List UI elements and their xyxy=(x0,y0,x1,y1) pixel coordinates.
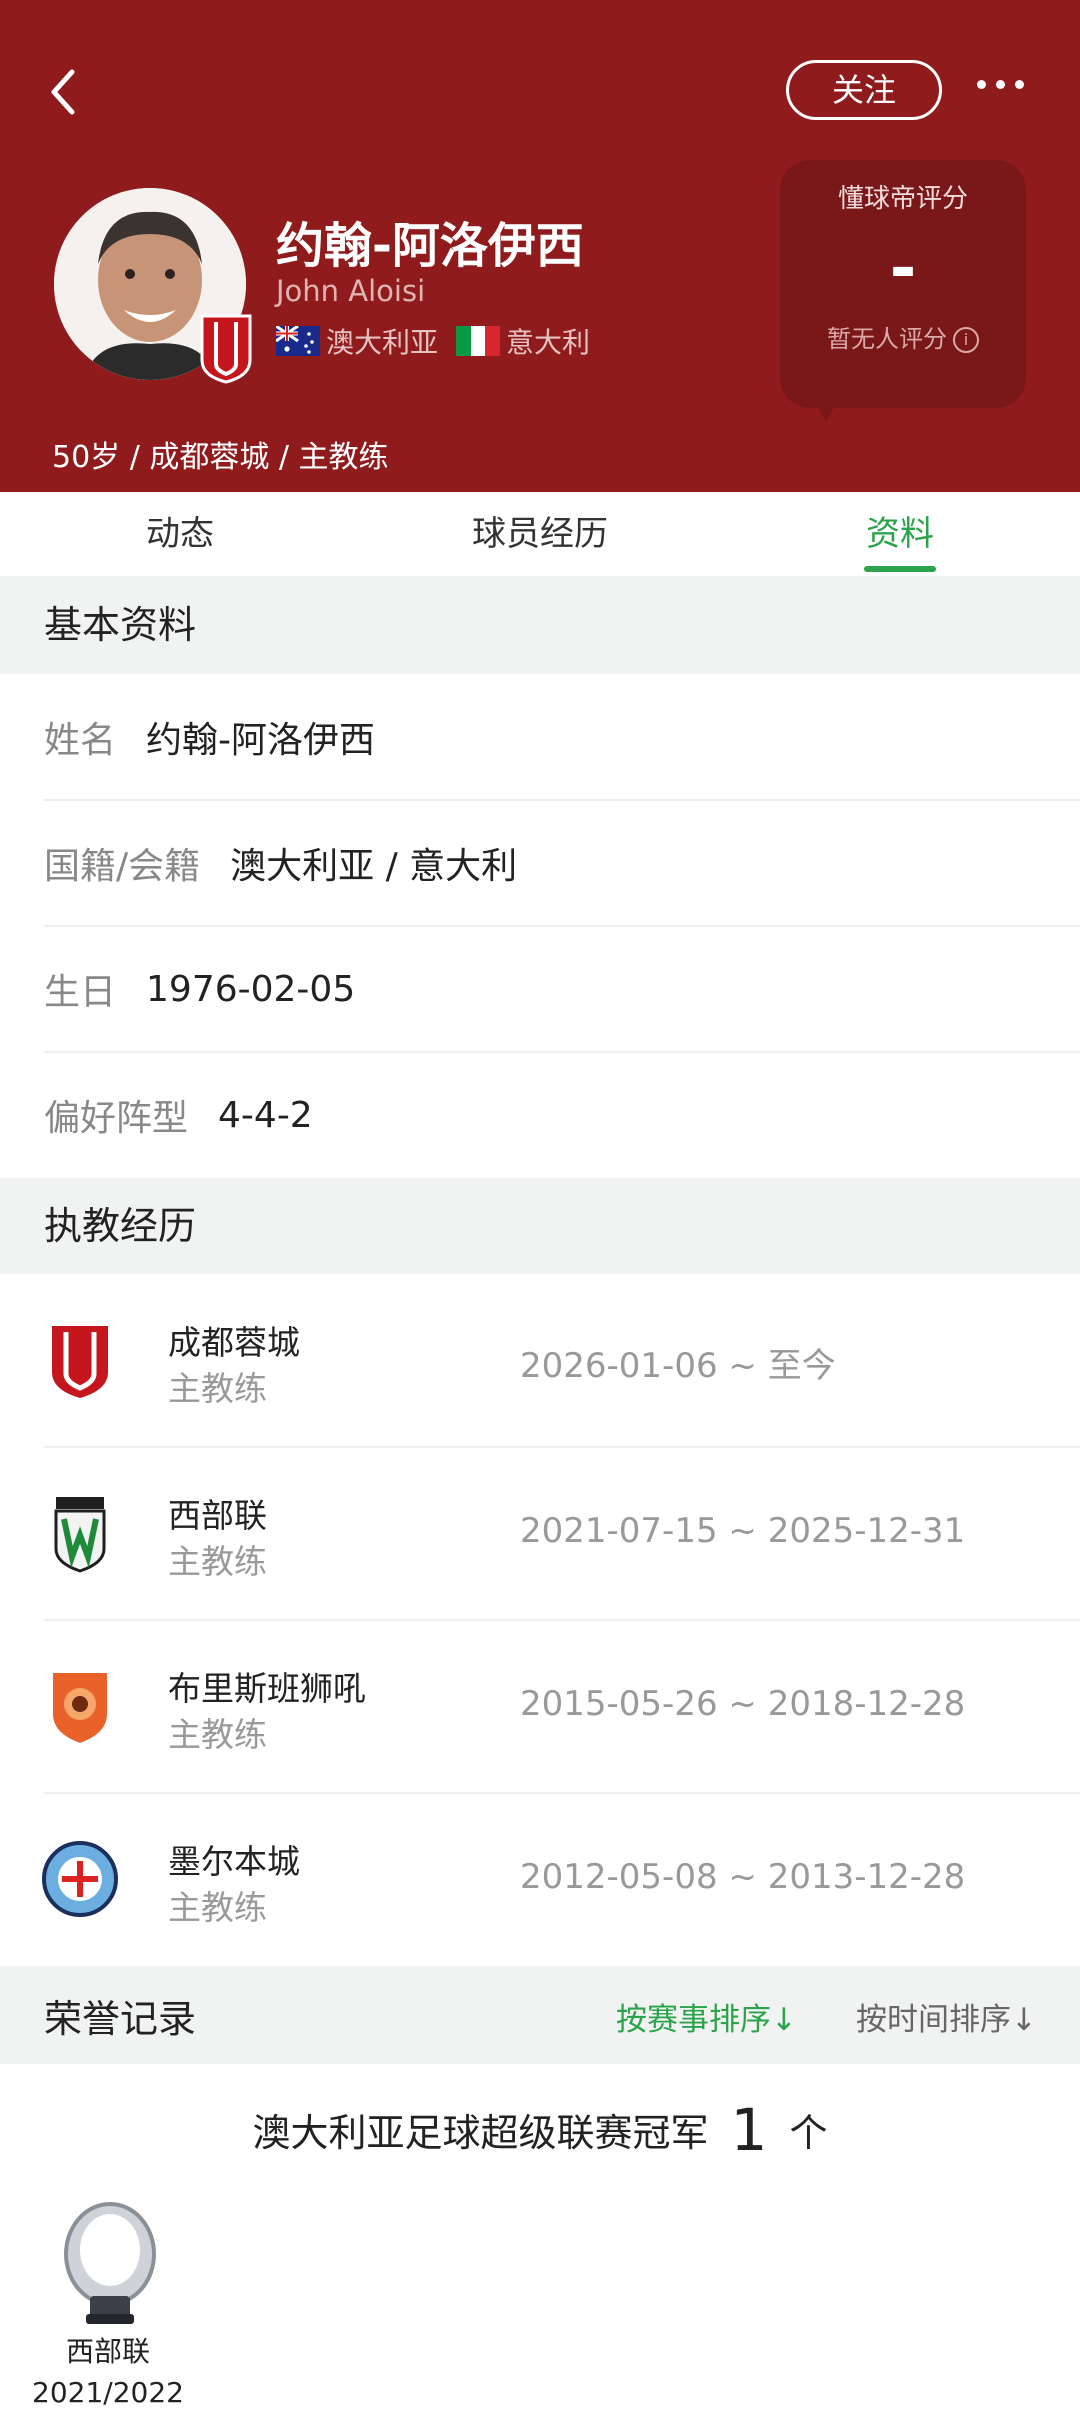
club-name: 布里斯班狮吼 xyxy=(168,1669,366,1708)
tab-profile[interactable]: 资料 xyxy=(720,492,1080,576)
tab-player-career[interactable]: 球员经历 xyxy=(360,492,720,576)
club-role: 主教练 xyxy=(168,1715,267,1754)
career-row[interactable]: 布里斯班狮吼 主教练 2015-05-26 ~ 2018-12-28 xyxy=(0,1620,1080,1792)
club-dates: 2012-05-08 ~ 2013-12-28 xyxy=(520,1857,966,1897)
back-button[interactable] xyxy=(44,64,84,120)
sort-by-time-button[interactable]: 按时间排序↓ xyxy=(856,1994,1037,2039)
sort-by-competition-button[interactable]: 按赛事排序↓ xyxy=(616,1994,797,2039)
honor-summary: 澳大利亚足球超级联赛冠军 1 个 xyxy=(0,2096,1080,2164)
club-badge-icon xyxy=(200,314,252,384)
rating-status: 暂无人评分 i xyxy=(780,319,1026,354)
australia-flag-icon xyxy=(276,326,320,356)
info-icon[interactable]: i xyxy=(953,327,979,353)
trophy-season: 2021/2022 xyxy=(32,2376,184,2409)
nationality-row: 澳大利亚 意大利 xyxy=(276,322,590,360)
info-label: 生日 xyxy=(44,972,117,1013)
coach-meta-line: 50岁 / 成都蓉城 / 主教练 xyxy=(52,440,389,475)
nationality-2: 意大利 xyxy=(506,326,591,359)
honor-count-unit: 个 xyxy=(789,2111,828,2155)
info-row-nationality: 国籍/会籍 澳大利亚 / 意大利 xyxy=(0,800,1080,926)
club-name: 西部联 xyxy=(168,1496,267,1535)
coach-name-en: John Aloisi xyxy=(276,274,426,308)
italy-flag-icon xyxy=(456,326,501,356)
info-label: 偏好阵型 xyxy=(44,1098,189,1139)
section-title-coaching: 执教经历 xyxy=(0,1178,1080,1274)
career-row[interactable]: 墨尔本城 主教练 2012-05-08 ~ 2013-12-28 xyxy=(0,1793,1080,1965)
western-united-logo-icon xyxy=(54,1497,106,1573)
chengdu-rongcheng-logo-icon xyxy=(52,1326,108,1398)
section-title-honors: 荣誉记录 xyxy=(44,1997,197,2041)
follow-button[interactable]: 关注 xyxy=(786,60,942,120)
club-dates: 2015-05-26 ~ 2018-12-28 xyxy=(520,1684,966,1724)
coach-name-cn: 约翰-阿洛伊西 xyxy=(276,218,584,274)
more-dots-icon xyxy=(972,74,1029,93)
club-name: 墨尔本城 xyxy=(168,1842,300,1881)
info-label: 国籍/会籍 xyxy=(44,846,201,887)
rating-value: - xyxy=(889,232,917,306)
tab-bar: 动态 球员经历 资料 xyxy=(0,492,1080,576)
honors-header: 荣誉记录 按赛事排序↓ 按时间排序↓ xyxy=(0,1966,1080,2064)
club-dates: 2021-07-15 ~ 2025-12-31 xyxy=(520,1511,966,1551)
club-dates: 2026-01-06 ~ 至今 xyxy=(520,1346,836,1386)
honor-competition: 澳大利亚足球超级联赛冠军 xyxy=(252,2111,709,2155)
more-options-button[interactable] xyxy=(972,74,1032,110)
club-role: 主教练 xyxy=(168,1888,267,1927)
section-title-basic: 基本资料 xyxy=(0,576,1080,674)
info-label: 姓名 xyxy=(44,720,117,761)
rating-card[interactable]: 懂球帝评分 - 暂无人评分 i xyxy=(780,160,1026,422)
info-value: 4-4-2 xyxy=(218,1094,313,1136)
tab-news[interactable]: 动态 xyxy=(0,492,360,576)
trophy-club: 西部联 xyxy=(65,2335,150,2368)
rating-title: 懂球帝评分 xyxy=(837,184,968,214)
career-row[interactable]: 成都蓉城 主教练 2026-01-06 ~ 至今 xyxy=(0,1274,1080,1446)
brisbane-roar-logo-icon xyxy=(51,1671,109,1746)
profile-header: 关注 约翰-阿洛伊西 John Aloisi 澳大利亚 意大利 50岁 / 成都… xyxy=(0,0,1080,492)
club-role: 主教练 xyxy=(168,1542,267,1581)
trophy-icon[interactable] xyxy=(56,2196,164,2326)
nationality-1: 澳大利亚 xyxy=(326,326,439,359)
club-role: 主教练 xyxy=(168,1369,267,1408)
info-row-name: 姓名 约翰-阿洛伊西 xyxy=(0,674,1080,800)
info-row-formation: 偏好阵型 4-4-2 xyxy=(0,1052,1080,1178)
rating-none-label: 暂无人评分 xyxy=(827,325,947,353)
chevron-left-icon xyxy=(51,69,75,115)
info-value: 约翰-阿洛伊西 xyxy=(146,720,376,761)
info-row-birthday: 生日 1976-02-05 xyxy=(0,926,1080,1052)
career-row[interactable]: 西部联 主教练 2021-07-15 ~ 2025-12-31 xyxy=(0,1447,1080,1619)
info-value: 1976-02-05 xyxy=(146,968,356,1010)
club-name: 成都蓉城 xyxy=(168,1323,300,1362)
info-value: 澳大利亚 / 意大利 xyxy=(230,846,518,887)
melbourne-city-logo-icon xyxy=(42,1841,118,1917)
honor-count: 1 xyxy=(730,2096,768,2164)
